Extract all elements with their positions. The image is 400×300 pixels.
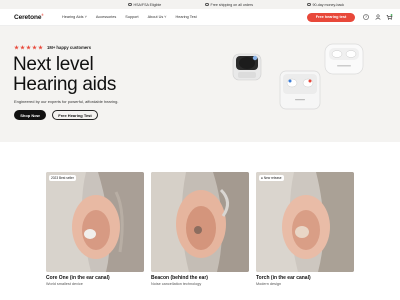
shield-icon (307, 2, 311, 7)
ear-photo-image (151, 172, 249, 272)
hero-headline: Next level Hearing aids (13, 55, 116, 95)
announcement-bar: HSA/FSA Eligible Free shipping on all or… (0, 0, 400, 9)
product-card[interactable]: ● New release Torch (in the ear canal) M… (256, 172, 354, 286)
ear-photo-image (46, 172, 144, 272)
rating: 1M+ happy customers (14, 45, 91, 50)
nav-item-support[interactable]: Support (125, 15, 138, 19)
nav-item-about-us[interactable]: About Us ˅ (148, 15, 167, 19)
product-photo[interactable]: ● New release (256, 172, 354, 272)
hearing-aid-products-image (232, 43, 364, 110)
product-title[interactable]: Core One (in the ear canal) (46, 275, 144, 281)
star-icon (26, 45, 31, 50)
announcement-shipping: Free shipping on all orders (205, 3, 253, 7)
hero-headline-line1: Next level (13, 54, 94, 75)
cart-icon[interactable] (386, 13, 393, 21)
ear-photo-image (256, 172, 354, 272)
star-icon (20, 45, 25, 50)
announcement-guarantee: 90-day money-back (307, 3, 344, 7)
product-title[interactable]: Beacon (behind the ear) (151, 275, 249, 281)
new-release-badge-label: New release (263, 176, 282, 180)
main-navigation: Ceretone® Hearing Aids ˅ Accessories Sup… (0, 9, 400, 26)
product-subtitle: Modern design (256, 282, 282, 287)
product-card[interactable]: Beacon (behind the ear) Noise cancellati… (151, 172, 249, 286)
rating-text: 1M+ happy customers (47, 45, 92, 50)
truck-icon (205, 2, 209, 7)
help-icon[interactable]: ? (362, 14, 369, 21)
announcement-guarantee-label: 90-day money-back (312, 2, 345, 7)
new-release-badge: ● New release (259, 175, 284, 181)
product-title[interactable]: Torch (in the ear canal) (256, 275, 354, 281)
nav-item-hearing-test[interactable]: Hearing Test (175, 15, 196, 19)
hero-headline-line2: Hearing aids (13, 74, 117, 95)
product-subtitle: Noise cancellation technology (151, 282, 202, 287)
product-photo[interactable]: 2023 Best seller (46, 172, 144, 272)
nav-item-hearing-aids[interactable]: Hearing Aids ˅ (62, 15, 87, 19)
account-icon[interactable] (374, 14, 381, 21)
free-hearing-test-button[interactable]: Free hearing test (307, 12, 355, 22)
announcement-hsa-label: HSA/FSA Eligible (133, 2, 162, 7)
nav-menu: Hearing Aids ˅ Accessories Support About… (62, 15, 197, 19)
check-icon (128, 2, 132, 7)
announcement-hsa: HSA/FSA Eligible (128, 3, 161, 7)
star-icon (38, 45, 43, 50)
hero-section: 1M+ happy customers Next level Hearing a… (0, 26, 400, 142)
product-card[interactable]: 2023 Best seller Core One (in the ear ca… (46, 172, 144, 286)
charging-case-icon (279, 70, 321, 110)
svg-text:?: ? (365, 15, 367, 19)
product-subtitle: World smallest device (46, 282, 83, 287)
star-icon (14, 45, 19, 50)
hero-subtext: Engineered by our experts for powerful, … (14, 99, 119, 104)
star-icon (32, 45, 37, 50)
brand-logo-text: Ceretone (14, 14, 42, 22)
nav-item-accessories[interactable]: Accessories (96, 15, 116, 19)
shop-now-button[interactable]: Shop Now (14, 110, 46, 120)
brand-logo[interactable]: Ceretone® (14, 13, 44, 21)
free-hearing-test-hero-button[interactable]: Free Hearing Test (52, 110, 98, 120)
best-seller-badge: 2023 Best seller (49, 175, 76, 181)
black-hearing-aid-icon (232, 53, 262, 81)
registered-mark-icon: ® (41, 13, 44, 17)
white-hearing-aid-icon (324, 43, 364, 75)
announcement-shipping-label: Free shipping on all orders (210, 2, 254, 7)
product-photo[interactable] (151, 172, 249, 272)
